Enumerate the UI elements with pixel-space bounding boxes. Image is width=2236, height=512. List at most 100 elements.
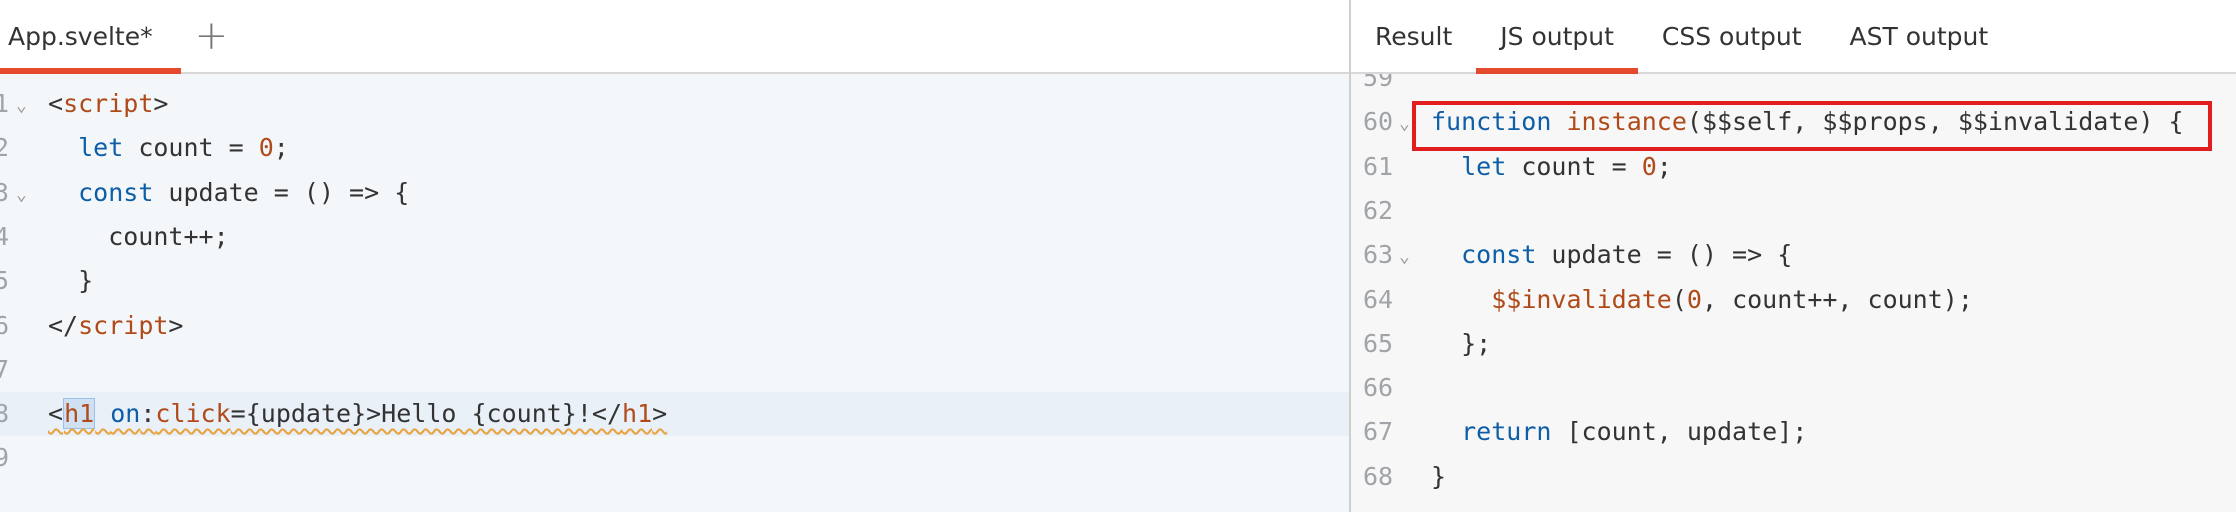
code-token: ( [1671, 284, 1687, 314]
code-text: }; [1431, 322, 1491, 366]
code-token: script [78, 310, 169, 340]
code-line: 61 let count = 0; [1351, 145, 2236, 189]
line-number: 65 [1363, 328, 1394, 358]
code-line: 67 return [count, update]; [1351, 410, 2236, 454]
line-number: 67 [1363, 417, 1394, 447]
code-line: 59 [1351, 74, 2236, 100]
code-line: 9 [0, 436, 1349, 480]
tab-ast-output[interactable]: AST output [1826, 0, 2013, 72]
tab-result[interactable]: Result [1351, 0, 1476, 72]
code-token: > [168, 310, 184, 340]
code-text: let count = 0; [1431, 145, 1672, 189]
code-token: click [155, 399, 231, 429]
code-token: [count, update]; [1551, 417, 1808, 447]
code-line: 64 $$invalidate(0, count++, count); [1351, 278, 2236, 322]
file-tab-label: App.svelte* [8, 21, 153, 51]
code-token: function [1431, 107, 1552, 137]
code-text: <script> [48, 82, 168, 126]
line-number: 7 [0, 354, 10, 384]
code-token: instance [1566, 107, 1687, 137]
line-number: 1 [0, 89, 10, 118]
line-number: 61 [1363, 151, 1394, 181]
line-number: 6 [0, 310, 10, 340]
file-tab-app-svelte[interactable]: App.svelte* [0, 0, 181, 74]
line-number: 4 [0, 221, 10, 251]
code-line: 3 ⌄ const update = () => { [0, 171, 1349, 215]
code-line: 4 count++; [0, 215, 1349, 259]
code-line: 62 [1351, 189, 2236, 233]
code-token: on [110, 399, 141, 429]
code-token: count++; [48, 221, 229, 251]
code-text: $$invalidate(0, count++, count); [1431, 278, 1973, 322]
code-token: < [48, 89, 64, 118]
code-line: 7 [0, 348, 1349, 392]
code-text: } [1431, 455, 1446, 499]
code-token: update = () => { [1536, 240, 1793, 270]
code-token: h1 [622, 399, 653, 429]
code-token: } [1431, 461, 1447, 491]
line-number: 8 [0, 399, 10, 429]
code-line: 1 ⌄ <script> [0, 82, 1349, 126]
fold-chevron-icon[interactable]: ⌄ [1399, 235, 1410, 279]
code-line: 63 ⌄ const update = () => { [1351, 233, 2236, 277]
js-output-viewer: 59 60 ⌄ function instance($$self, $$props, … [1351, 74, 2236, 512]
fold-chevron-icon[interactable]: ⌄ [16, 84, 27, 128]
line-number: 2 [0, 133, 10, 163]
code-text: count++; [48, 215, 229, 259]
fold-chevron-icon[interactable]: ⌄ [1399, 102, 1410, 146]
line-number: 5 [0, 266, 10, 296]
code-editor[interactable]: 1 ⌄ <script> 2 let count = 0; 3 ⌄ const updat… [0, 74, 1349, 512]
code-line: 2 let count = 0; [0, 126, 1349, 170]
code-token: : [140, 399, 156, 429]
code-line: 60 ⌄ function instance($$self, $$props, $$… [1351, 100, 2236, 144]
code-token: , count++, count); [1701, 284, 1973, 314]
code-token: return [1461, 417, 1552, 447]
code-line: 66 [1351, 366, 2236, 410]
code-token: ($$self, $$props, $$invalidate) { [1686, 107, 2184, 137]
code-line: 8 <h1 on:click={update}>Hello {count}!</h… [0, 392, 1349, 437]
line-number: 59 [1363, 74, 1394, 92]
code-line: 6 </script> [0, 304, 1349, 348]
code-line: 65 }; [1351, 322, 2236, 366]
code-token: } [48, 266, 94, 296]
input-panel: App.svelte* + 1 ⌄ <script> 2 let count = 0;… [0, 0, 1349, 512]
code-text: <h1 on:click={update}>Hello {count}!</h1… [48, 392, 667, 436]
code-token: ; [1656, 151, 1672, 181]
code-line: 68} [1351, 455, 2236, 499]
code-token: 0 [1641, 151, 1657, 181]
code-token: const [1461, 240, 1537, 270]
code-token: < [48, 399, 64, 429]
code-line: 5 } [0, 259, 1349, 303]
code-text: } [48, 259, 93, 303]
output-tabbar: Result JS output CSS output AST output [1351, 0, 2236, 74]
add-file-icon[interactable]: + [195, 16, 229, 56]
file-tabbar: App.svelte* + [0, 0, 1349, 74]
code-token: h1 [63, 398, 96, 430]
code-token: let [1461, 151, 1507, 181]
tab-js-output[interactable]: JS output [1476, 0, 1638, 74]
code-token: 0 [258, 133, 274, 163]
line-number: 62 [1363, 195, 1394, 225]
line-number: 66 [1363, 373, 1394, 403]
code-token: $$invalidate [1491, 284, 1672, 314]
code-token: </ [48, 310, 79, 340]
line-number: 64 [1363, 284, 1394, 314]
line-number: 68 [1363, 461, 1394, 491]
code-token: > [652, 399, 668, 429]
code-text: </script> [48, 304, 183, 348]
code-text: const update = () => { [1431, 233, 1792, 277]
code-token: }; [1431, 328, 1492, 358]
code-token: > [153, 89, 169, 118]
code-text: let count = 0; [48, 126, 289, 170]
code-token: let [78, 133, 124, 163]
output-panel: Result JS output CSS output AST output 59 60… [1351, 0, 2236, 512]
fold-chevron-icon[interactable]: ⌄ [16, 173, 27, 217]
code-text: const update = () => { [48, 171, 409, 215]
code-text: function instance($$self, $$props, $$inv… [1431, 100, 2184, 144]
tab-css-output[interactable]: CSS output [1638, 0, 1826, 72]
line-number: 9 [0, 443, 10, 473]
